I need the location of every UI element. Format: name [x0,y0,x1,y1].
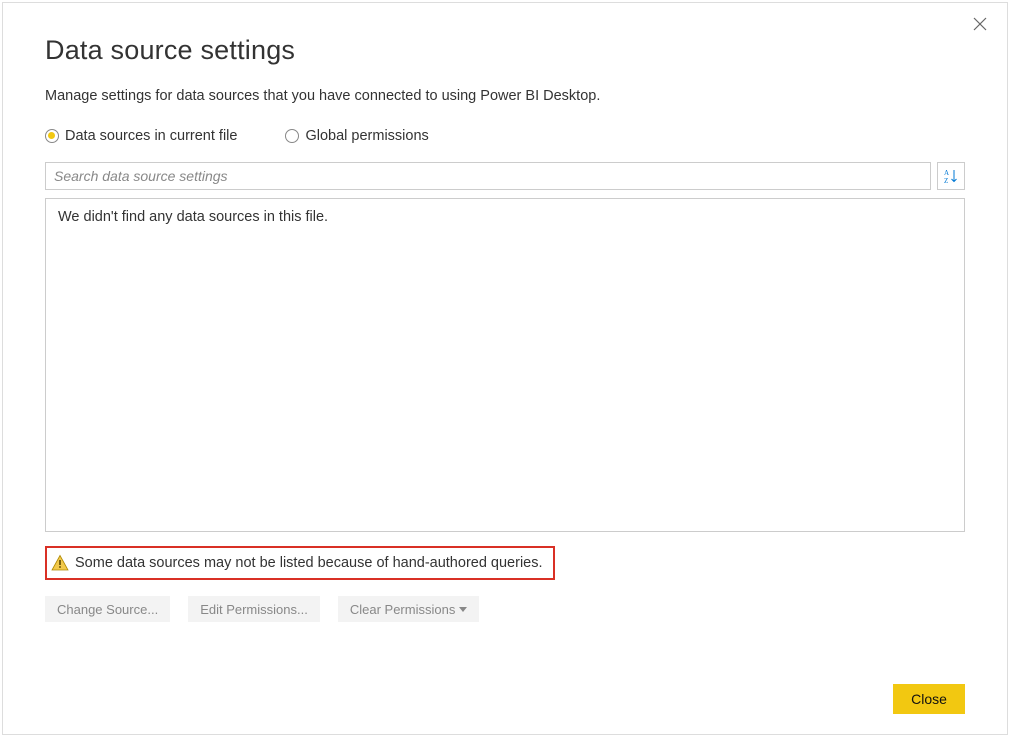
radio-icon [45,129,59,143]
radio-label: Data sources in current file [65,128,237,144]
dialog-title: Data source settings [45,35,965,66]
clear-permissions-button[interactable]: Clear Permissions [338,596,479,622]
warning-banner: Some data sources may not be listed beca… [45,546,555,580]
button-label: Clear Permissions [350,602,455,617]
search-input[interactable] [45,162,931,190]
data-source-settings-dialog: Data source settings Manage settings for… [2,2,1008,735]
scope-radio-group: Data sources in current file Global perm… [45,128,965,144]
action-row: Change Source... Edit Permissions... Cle… [45,596,965,622]
svg-text:Z: Z [944,177,948,184]
button-label: Close [911,691,947,707]
warning-text: Some data sources may not be listed beca… [75,555,543,571]
dialog-footer: Close [45,684,965,714]
empty-message: We didn't find any data sources in this … [58,209,328,225]
button-label: Change Source... [57,602,158,617]
data-sources-list[interactable]: We didn't find any data sources in this … [45,198,965,532]
warning-icon [51,554,69,572]
radio-global-permissions[interactable]: Global permissions [285,128,428,144]
svg-text:A: A [944,169,949,177]
change-source-button[interactable]: Change Source... [45,596,170,622]
radio-label: Global permissions [305,128,428,144]
radio-current-file[interactable]: Data sources in current file [45,128,237,144]
chevron-down-icon [459,607,467,612]
close-button[interactable]: Close [893,684,965,714]
radio-icon [285,129,299,143]
edit-permissions-button[interactable]: Edit Permissions... [188,596,320,622]
dialog-subtitle: Manage settings for data sources that yo… [45,88,965,104]
search-row: A Z [45,162,965,190]
sort-button[interactable]: A Z [937,162,965,190]
button-label: Edit Permissions... [200,602,308,617]
close-icon[interactable] [973,17,991,35]
sort-az-icon: A Z [943,168,959,184]
